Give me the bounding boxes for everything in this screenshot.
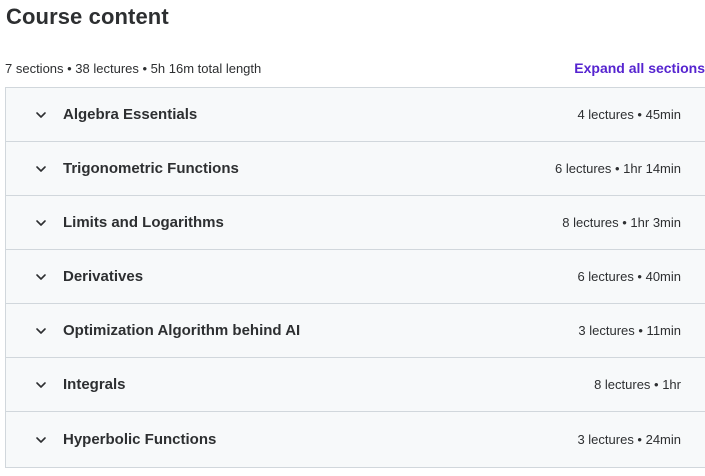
section-row-trigonometric-functions[interactable]: Trigonometric Functions 6 lectures • 1hr… <box>6 142 705 196</box>
page-title: Course content <box>6 4 169 29</box>
section-row-algebra-essentials[interactable]: Algebra Essentials 4 lectures • 45min <box>6 88 705 142</box>
section-meta: 6 lectures • 40min <box>577 269 681 284</box>
section-row-derivatives[interactable]: Derivatives 6 lectures • 40min <box>6 250 705 304</box>
chevron-down-icon <box>35 325 47 337</box>
section-title: Algebra Essentials <box>63 106 198 123</box>
chevron-down-icon <box>35 271 47 283</box>
section-title: Trigonometric Functions <box>63 160 239 177</box>
chevron-down-icon <box>35 379 47 391</box>
chevron-down-icon <box>35 217 47 229</box>
section-list: Algebra Essentials 4 lectures • 45min Tr… <box>5 87 705 468</box>
section-meta: 3 lectures • 11min <box>578 323 681 338</box>
section-meta: 8 lectures • 1hr 3min <box>562 215 681 230</box>
section-meta: 3 lectures • 24min <box>577 432 681 447</box>
section-title: Hyperbolic Functions <box>63 431 217 448</box>
chevron-down-icon <box>35 109 47 121</box>
section-row-integrals[interactable]: Integrals 8 lectures • 1hr <box>6 358 705 412</box>
course-summary-bar: 7 sections • 38 lectures • 5h 16m total … <box>5 58 705 78</box>
section-meta: 8 lectures • 1hr <box>594 377 681 392</box>
chevron-down-icon <box>35 434 47 446</box>
section-title: Integrals <box>63 376 126 393</box>
chevron-down-icon <box>35 163 47 175</box>
section-title: Optimization Algorithm behind AI <box>63 322 301 339</box>
section-row-hyperbolic-functions[interactable]: Hyperbolic Functions 3 lectures • 24min <box>6 412 705 468</box>
section-row-limits-and-logarithms[interactable]: Limits and Logarithms 8 lectures • 1hr 3… <box>6 196 705 250</box>
section-row-optimization-algorithm[interactable]: Optimization Algorithm behind AI 3 lectu… <box>6 304 705 358</box>
expand-all-sections-button[interactable]: Expand all sections <box>574 60 705 76</box>
course-summary-text: 7 sections • 38 lectures • 5h 16m total … <box>5 60 262 76</box>
section-meta: 6 lectures • 1hr 14min <box>555 161 681 176</box>
section-meta: 4 lectures • 45min <box>577 107 681 122</box>
section-title: Limits and Logarithms <box>63 214 224 231</box>
section-title: Derivatives <box>63 268 144 285</box>
